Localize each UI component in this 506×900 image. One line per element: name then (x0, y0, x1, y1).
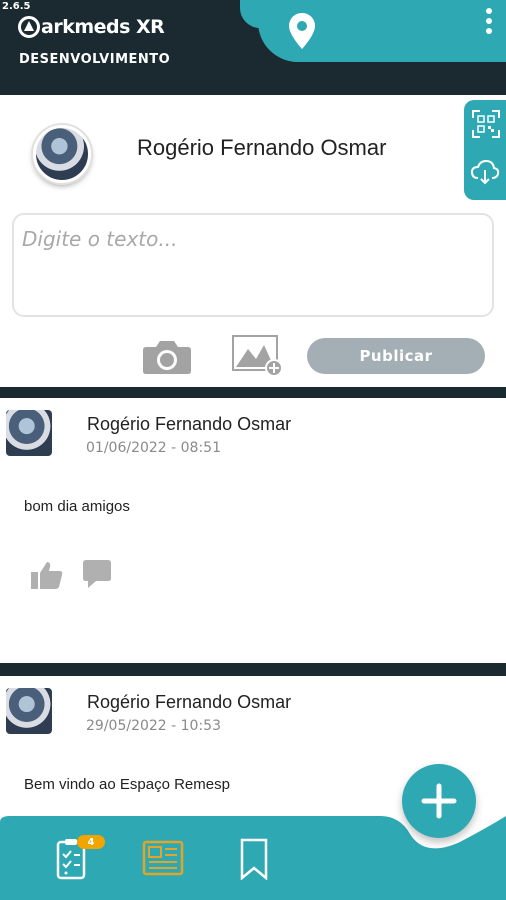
post-text-placeholder: Digite o texto... (22, 227, 178, 251)
like-icon[interactable] (30, 560, 64, 590)
news-icon[interactable] (142, 840, 184, 876)
publish-button[interactable]: Publicar (307, 338, 485, 374)
compose-card: Rogério Fernando Osmar Digite o texto...… (0, 95, 506, 387)
location-pin-icon[interactable] (288, 12, 316, 50)
avatar[interactable] (6, 688, 52, 734)
post-author: Rogério Fernando Osmar (87, 692, 292, 712)
post-text: Bem vindo ao Espaço Remesp (24, 776, 230, 793)
notification-badge: 4 (77, 835, 105, 849)
compose-user-name: Rogério Fernando Osmar (137, 135, 387, 160)
post-author: Rogério Fernando Osmar (87, 414, 292, 434)
post-date: 29/05/2022 - 10:53 (86, 718, 221, 734)
camera-icon[interactable] (142, 339, 192, 375)
logo-text: arkmeds XR (41, 16, 165, 38)
post-text-input[interactable]: Digite o texto... (12, 213, 494, 317)
plus-icon (421, 783, 457, 819)
avatar[interactable] (33, 125, 91, 183)
qr-code-icon[interactable] (472, 110, 500, 138)
app-version: 2.6.5 (2, 1, 31, 12)
avatar[interactable] (6, 410, 52, 456)
environment-label: DESENVOLVIMENTO (19, 52, 171, 67)
cloud-download-icon[interactable] (470, 156, 500, 186)
app-logo: arkmeds XR (18, 16, 165, 38)
comment-icon[interactable] (82, 558, 112, 590)
image-add-icon[interactable] (232, 335, 284, 377)
logo-icon (18, 16, 40, 38)
app-header: 2.6.5 arkmeds XR DESENVOLVIMENTO (0, 0, 506, 95)
post-card: Rogério Fernando Osmar 01/06/2022 - 08:5… (0, 398, 506, 663)
more-vertical-icon[interactable] (482, 8, 496, 34)
bookmark-icon[interactable] (240, 838, 268, 880)
post-text: bom dia amigos (24, 498, 130, 515)
post-date: 01/06/2022 - 08:51 (86, 440, 221, 456)
add-post-button[interactable] (402, 764, 476, 838)
